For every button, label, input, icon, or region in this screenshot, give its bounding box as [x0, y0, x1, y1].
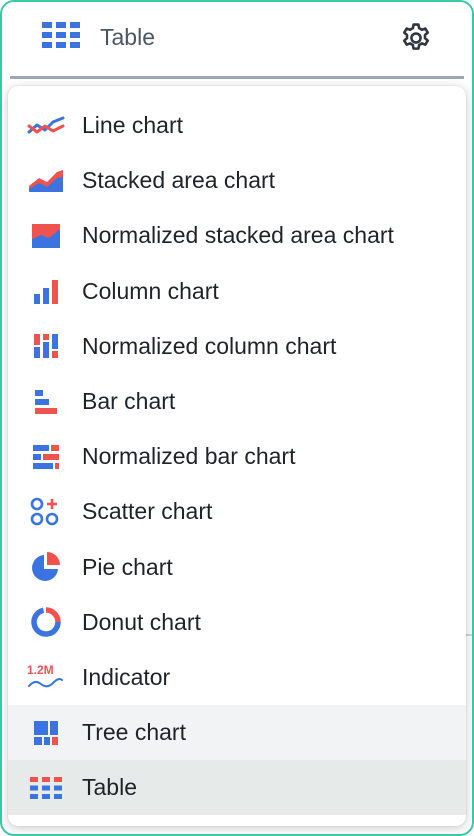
menu-item-label: Normalized stacked area chart — [82, 222, 394, 249]
menu-item-label: Bar chart — [82, 388, 176, 415]
menu-item-label: Scatter chart — [82, 498, 213, 525]
donut-chart-icon — [26, 606, 66, 638]
menu-item-label: Table — [82, 774, 137, 801]
menu-item-label: Pie chart — [82, 553, 173, 580]
normalized-column-chart-icon — [26, 330, 66, 362]
menu-item-table[interactable]: Table — [8, 760, 466, 816]
menu-item-indicator[interactable]: 1.2M Indicator — [8, 650, 466, 705]
column-chart-icon — [26, 275, 66, 307]
menu-item-pie-chart[interactable]: Pie chart — [8, 540, 466, 595]
menu-item-column-chart[interactable]: Column chart — [8, 264, 466, 319]
table-icon — [42, 21, 80, 53]
menu-item-normalized-column-chart[interactable]: Normalized column chart — [8, 319, 466, 374]
toolbar-divider — [10, 76, 464, 79]
menu-item-label: Stacked area chart — [82, 167, 276, 194]
scatter-chart-icon — [26, 496, 66, 528]
chart-type-list: Line chart Stacked area chart Normalized… — [8, 86, 466, 816]
chart-type-menu: Line chart Stacked area chart Normalized… — [8, 86, 466, 826]
pie-chart-icon — [26, 551, 66, 583]
menu-item-line-chart[interactable]: Line chart — [8, 98, 466, 153]
menu-item-donut-chart[interactable]: Donut chart — [8, 595, 466, 650]
menu-item-tree-chart[interactable]: Tree chart — [8, 705, 466, 761]
bar-chart-icon — [26, 386, 66, 418]
menu-item-label: Line chart — [82, 112, 184, 139]
menu-item-bar-chart[interactable]: Bar chart — [8, 374, 466, 429]
gear-icon — [399, 21, 433, 60]
menu-item-label: Column chart — [82, 277, 219, 304]
chart-type-panel: Table Line chart Stacked area chart Norm… — [0, 0, 474, 836]
normalized-bar-chart-icon — [26, 441, 66, 473]
menu-item-label: Indicator — [82, 663, 171, 690]
chart-toolbar: Table — [2, 2, 472, 76]
menu-item-normalized-stacked-area-chart[interactable]: Normalized stacked area chart — [8, 208, 466, 263]
tree-chart-icon — [26, 717, 66, 749]
menu-item-label: Normalized bar chart — [82, 443, 296, 470]
menu-item-label: Donut chart — [82, 608, 201, 635]
stacked-area-chart-icon — [26, 165, 66, 197]
menu-item-stacked-area-chart[interactable]: Stacked area chart — [8, 153, 466, 208]
background-divider — [466, 634, 472, 636]
menu-item-label: Tree chart — [82, 719, 186, 746]
chart-type-selector[interactable]: Table — [42, 16, 155, 58]
indicator-icon-text: 1.2M — [27, 663, 54, 677]
menu-item-normalized-bar-chart[interactable]: Normalized bar chart — [8, 429, 466, 484]
indicator-icon: 1.2M — [26, 661, 66, 693]
settings-button[interactable] — [396, 20, 436, 60]
normalized-stacked-area-chart-icon — [26, 220, 66, 252]
menu-item-scatter-chart[interactable]: Scatter chart — [8, 484, 466, 539]
table-icon — [26, 772, 66, 804]
line-chart-icon — [26, 110, 66, 142]
chart-type-label: Table — [100, 23, 155, 50]
menu-item-label: Normalized column chart — [82, 332, 337, 359]
